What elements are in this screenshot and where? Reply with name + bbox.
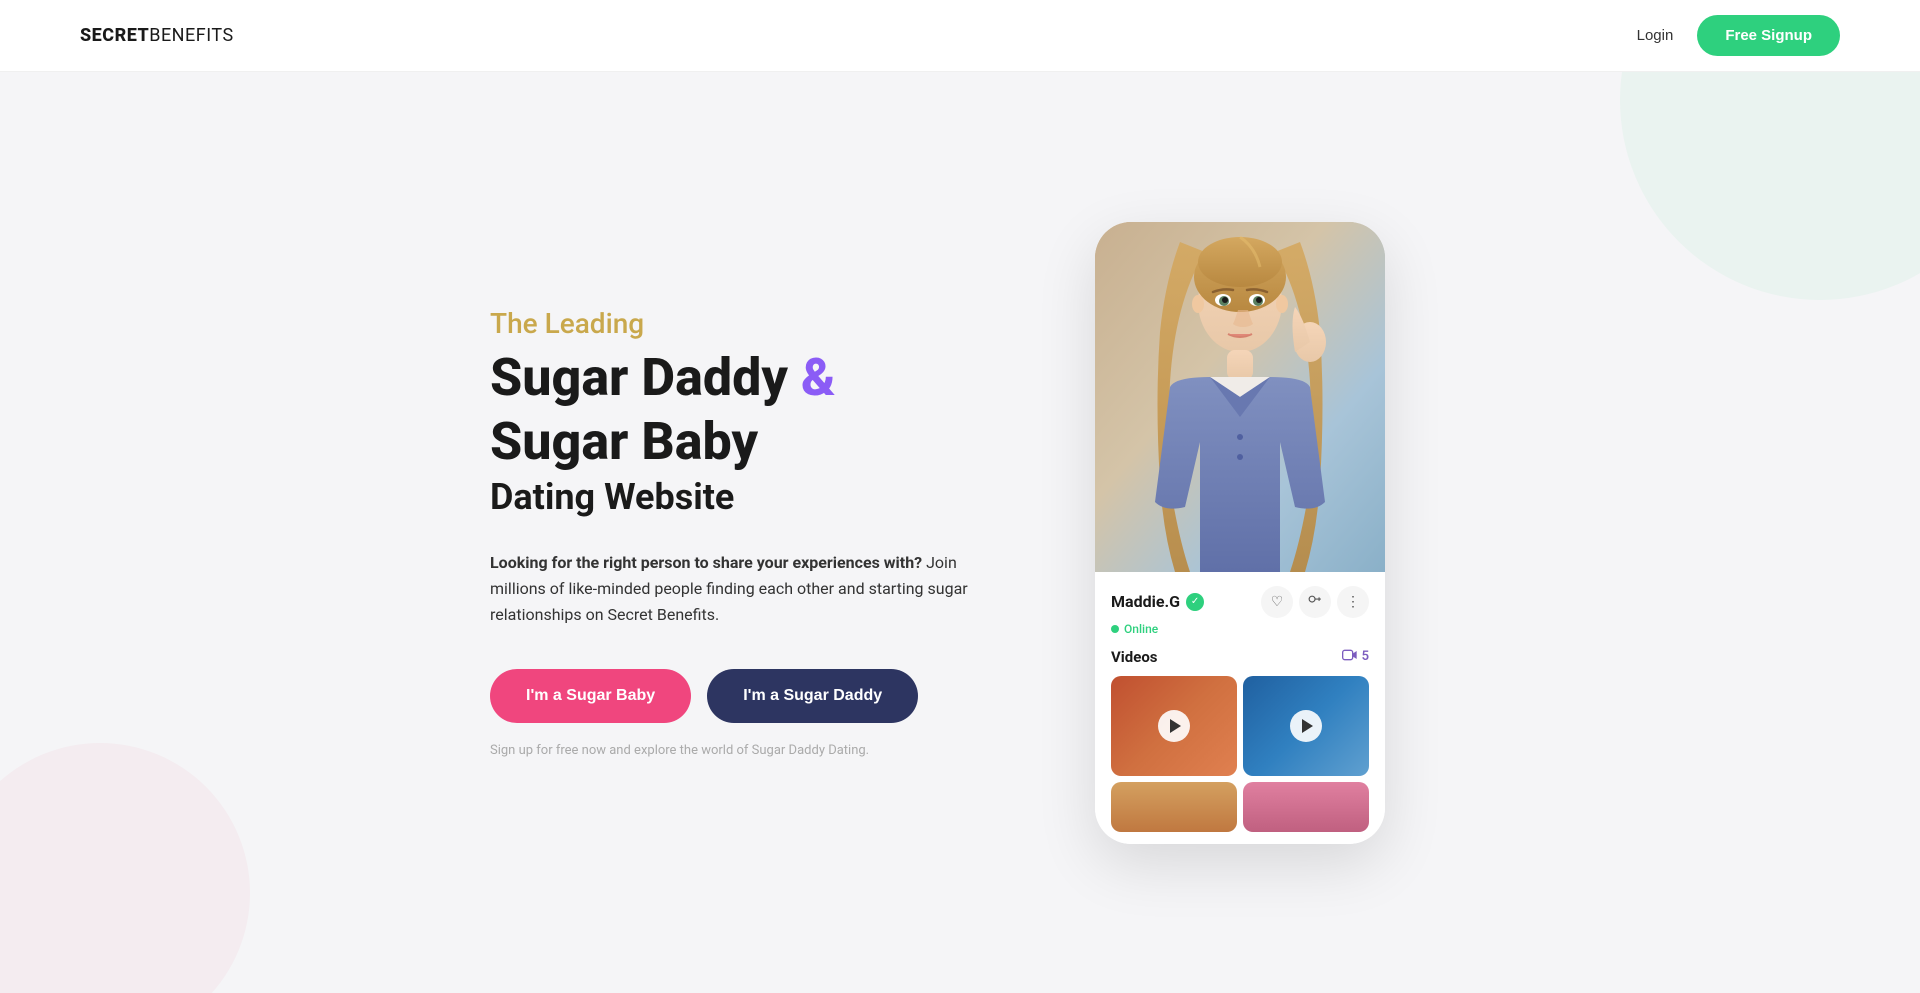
signup-button[interactable]: Free Signup: [1697, 15, 1840, 56]
headline-line1: Sugar Daddy &: [490, 348, 970, 408]
header: SECRETBENEFITS Login Free Signup: [0, 0, 1920, 72]
right-section: Maddie.G ✓ ♡ ⋮: [1050, 222, 1430, 844]
description-bold: Looking for the right person to share yo…: [490, 553, 922, 572]
play-button-1[interactable]: [1158, 710, 1190, 742]
play-button-2[interactable]: [1290, 710, 1322, 742]
video-thumb-1[interactable]: [1111, 676, 1237, 776]
videos-label: Videos: [1111, 648, 1158, 666]
profile-name: Maddie.G: [1111, 592, 1180, 611]
description: Looking for the right person to share yo…: [490, 550, 970, 629]
subheadline: Dating Website: [490, 476, 970, 518]
play-triangle-1: [1170, 719, 1181, 733]
headline-line2: Sugar Baby: [490, 412, 970, 472]
video-grid: [1111, 676, 1369, 776]
profile-actions: ♡ ⋮: [1261, 586, 1369, 618]
play-triangle-2: [1302, 719, 1313, 733]
thumb-partial-1[interactable]: [1111, 782, 1237, 832]
profile-card: Maddie.G ✓ ♡ ⋮: [1095, 572, 1385, 636]
header-actions: Login Free Signup: [1637, 15, 1840, 56]
thumb-partial-2[interactable]: [1243, 782, 1369, 832]
sugar-daddy-button[interactable]: I'm a Sugar Daddy: [707, 669, 918, 723]
profile-header: Maddie.G ✓ ♡ ⋮: [1111, 586, 1369, 618]
profile-name-area: Maddie.G ✓: [1111, 592, 1204, 611]
online-text: Online: [1124, 622, 1158, 636]
online-status: Online: [1111, 622, 1369, 636]
main-content: The Leading Sugar Daddy & Sugar Baby Dat…: [0, 72, 1920, 993]
bottom-thumbs: [1111, 782, 1369, 832]
profile-photo: [1095, 222, 1385, 572]
more-button[interactable]: ⋮: [1337, 586, 1369, 618]
left-section: The Leading Sugar Daddy & Sugar Baby Dat…: [490, 307, 970, 758]
video-camera-icon: [1342, 649, 1358, 661]
key-icon: [1308, 595, 1322, 609]
phone-mockup: Maddie.G ✓ ♡ ⋮: [1095, 222, 1385, 844]
profile-photo-svg: [1095, 222, 1385, 572]
online-dot: [1111, 625, 1119, 633]
videos-number: 5: [1362, 649, 1369, 664]
videos-count: 5: [1342, 649, 1369, 665]
sugar-baby-button[interactable]: I'm a Sugar Baby: [490, 669, 691, 723]
headline-sugar-daddy-text: Sugar Daddy: [490, 347, 788, 408]
signup-note: Sign up for free now and explore the wor…: [490, 743, 970, 758]
verified-icon: ✓: [1186, 593, 1204, 611]
headline-ampersand: &: [801, 347, 836, 408]
videos-section: Videos 5: [1095, 648, 1385, 844]
video-thumb-2[interactable]: [1243, 676, 1369, 776]
logo: SECRETBENEFITS: [80, 25, 234, 46]
key-button[interactable]: [1299, 586, 1331, 618]
cta-buttons: I'm a Sugar Baby I'm a Sugar Daddy: [490, 669, 970, 723]
tagline: The Leading: [490, 307, 970, 340]
logo-light: BENEFITS: [149, 25, 233, 46]
videos-header: Videos 5: [1111, 648, 1369, 666]
video-icon: [1342, 649, 1358, 665]
login-button[interactable]: Login: [1637, 27, 1674, 44]
heart-button[interactable]: ♡: [1261, 586, 1293, 618]
logo-bold: SECRET: [80, 25, 149, 46]
